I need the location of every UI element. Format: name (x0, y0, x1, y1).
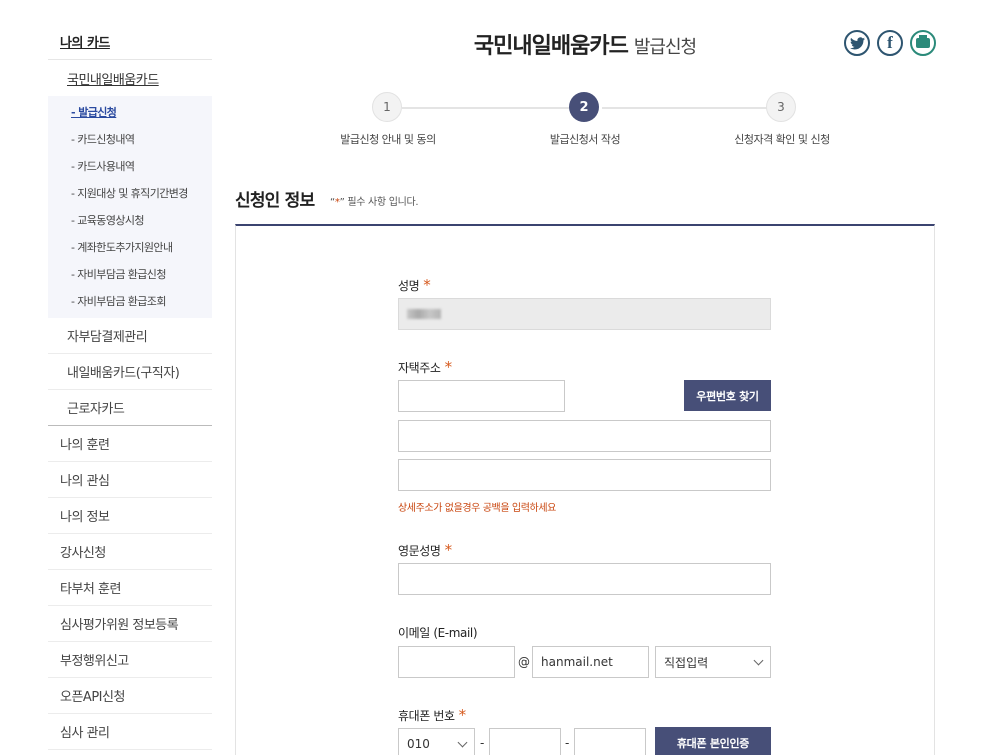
sidebar-item-my-card[interactable]: 나의 카드 (48, 24, 212, 60)
phone-last-field[interactable] (574, 728, 646, 755)
step-3-circle: 3 (766, 92, 796, 122)
sidebar-subitem-label[interactable]: - 발급신청 (71, 104, 117, 120)
page-title-main: 국민내일배움카드 (473, 34, 629, 59)
step-2-circle: 2 (569, 92, 599, 122)
phone-prefix-select[interactable]: 010 (398, 728, 475, 755)
sidebar-submenu: - 발급신청 - 카드신청내역 - 카드사용내역 - 지원대상 및 휴직기간변경… (48, 96, 212, 318)
chevron-down-icon (753, 655, 764, 666)
sidebar-subitem-label[interactable]: - 지원대상 및 휴직기간변경 (71, 185, 188, 201)
sidebar-subitem-label[interactable]: - 자비부담금 환급신청 (71, 266, 166, 282)
phone-dash: - (565, 736, 570, 750)
twitter-icon[interactable] (844, 30, 870, 56)
sidebar-subitem-card-usage[interactable]: - 카드사용내역 (48, 152, 212, 179)
phone-verify-button[interactable]: 휴대폰 본인인증 (655, 727, 771, 755)
sidebar-subitem-refund-apply[interactable]: - 자비부담금 환급신청 (48, 260, 212, 287)
sidebar-subitem-eligibility-change[interactable]: - 지원대상 및 휴직기간변경 (48, 179, 212, 206)
step-connector (602, 107, 782, 109)
sidebar-subitem-label[interactable]: - 카드사용내역 (71, 158, 135, 174)
sidebar-subitem-label[interactable]: - 교육동영상시청 (71, 212, 145, 228)
phone-label: 휴대폰 번호 * (398, 706, 466, 724)
sidebar-subitem-label[interactable]: - 계좌한도추가지원안내 (71, 239, 173, 255)
email-label-text: 이메일 (E-mail) (398, 626, 478, 640)
sidebar-item-instructor[interactable]: 강사신청 (48, 534, 212, 570)
print-icon[interactable] (910, 30, 936, 56)
eng-name-field[interactable] (398, 563, 771, 595)
sidebar-subitem-limit-info[interactable]: - 계좌한도추가지원안내 (48, 233, 212, 260)
sidebar-item-fraud-report[interactable]: 부정행위신고 (48, 642, 212, 678)
email-domain-select[interactable]: 직접입력 (655, 646, 771, 678)
email-domain-field[interactable]: hanmail.net (532, 646, 649, 678)
name-label: 성명 * (398, 276, 431, 294)
page-title-sub: 발급신청 (633, 37, 697, 58)
phone-middle-field[interactable] (489, 728, 561, 755)
required-star: * (458, 706, 467, 724)
email-id-field[interactable] (398, 646, 515, 678)
step-connector (402, 107, 582, 109)
sidebar-item-my-info[interactable]: 나의 정보 (48, 498, 212, 534)
step-3-label: 신청자격 확인 및 신청 (734, 133, 830, 146)
blurred-name (407, 309, 441, 319)
sidebar-subitem-video[interactable]: - 교육동영상시청 (48, 206, 212, 233)
step-1-label: 발급신청 안내 및 동의 (340, 133, 436, 146)
address-label: 자택주소 * (398, 358, 452, 376)
step-indicator: 1 2 3 발급신청 안내 및 동의 발급신청서 작성 신청자격 확인 및 신청 (330, 92, 850, 152)
required-note: “*” 필수 사항 입니다. (330, 193, 419, 208)
email-label: 이메일 (E-mail) (398, 624, 478, 641)
address-hint: 상세주소가 없을경우 공백을 입력하세요 (398, 503, 556, 514)
page-title: 국민내일배움카드 발급신청 (235, 28, 935, 60)
sidebar-item-reviewer[interactable]: 심사평가위원 정보등록 (48, 606, 212, 642)
email-at-symbol: @ (518, 655, 530, 669)
name-field (398, 298, 771, 330)
address-detail-field[interactable] (398, 459, 771, 491)
sidebar-subitem-apply[interactable]: - 발급신청 (48, 98, 212, 125)
facebook-icon[interactable]: f (877, 30, 903, 56)
sidebar-subitem-label[interactable]: - 자비부담금 환급조회 (71, 293, 166, 309)
chevron-down-icon (457, 737, 468, 748)
step-1-circle: 1 (372, 92, 402, 122)
sidebar-item-open-api[interactable]: 오픈API신청 (48, 678, 212, 714)
required-star: * (444, 358, 453, 376)
address-field[interactable] (398, 420, 771, 452)
sidebar-item-other-ministry[interactable]: 타부처 훈련 (48, 570, 212, 606)
eng-name-label: 영문성명 * (398, 541, 452, 559)
sidebar-item-my-training[interactable]: 나의 훈련 (48, 426, 212, 462)
email-select-value: 직접입력 (664, 655, 709, 670)
sidebar-title[interactable]: 나의 카드 (60, 32, 110, 51)
address-label-text: 자택주소 (398, 361, 441, 375)
note-text: ” 필수 사항 입니다. (339, 197, 419, 208)
step-2-label: 발급신청서 작성 (549, 133, 621, 146)
sidebar-subitem-label[interactable]: - 카드신청내역 (71, 131, 135, 147)
required-star: * (423, 276, 431, 294)
sidebar-item-my-interest[interactable]: 나의 관심 (48, 462, 212, 498)
phone-label-text: 휴대폰 번호 (398, 709, 455, 723)
name-label-text: 성명 (398, 279, 420, 293)
phone-prefix-value: 010 (407, 737, 430, 751)
required-star: * (444, 541, 453, 559)
sidebar-subitem-refund-check[interactable]: - 자비부담금 환급조회 (48, 287, 212, 314)
zipcode-field[interactable] (398, 380, 565, 412)
sidebar-item-national-card[interactable]: 국민내일배움카드 (48, 60, 212, 96)
zipcode-search-button[interactable]: 우편번호 찾기 (684, 380, 771, 411)
sidebar-subitem-card-history[interactable]: - 카드신청내역 (48, 125, 212, 152)
eng-name-label-text: 영문성명 (398, 544, 441, 558)
sidebar-subtitle[interactable]: 국민내일배움카드 (67, 69, 159, 88)
sidebar-item-review-manage[interactable]: 심사 관리 (48, 714, 212, 750)
sidebar: 나의 카드 국민내일배움카드 - 발급신청 - 카드신청내역 - 카드사용내역 … (48, 24, 212, 750)
sidebar-item-worker-card[interactable]: 근로자카드 (48, 390, 212, 426)
sidebar-item-jobseeker-card[interactable]: 내일배움카드(구직자) (48, 354, 212, 390)
sidebar-item-self-pay[interactable]: 자부담결제관리 (48, 318, 212, 354)
section-title: 신청인 정보 (235, 191, 315, 211)
phone-dash: - (480, 736, 485, 750)
printer-shape (916, 35, 930, 48)
